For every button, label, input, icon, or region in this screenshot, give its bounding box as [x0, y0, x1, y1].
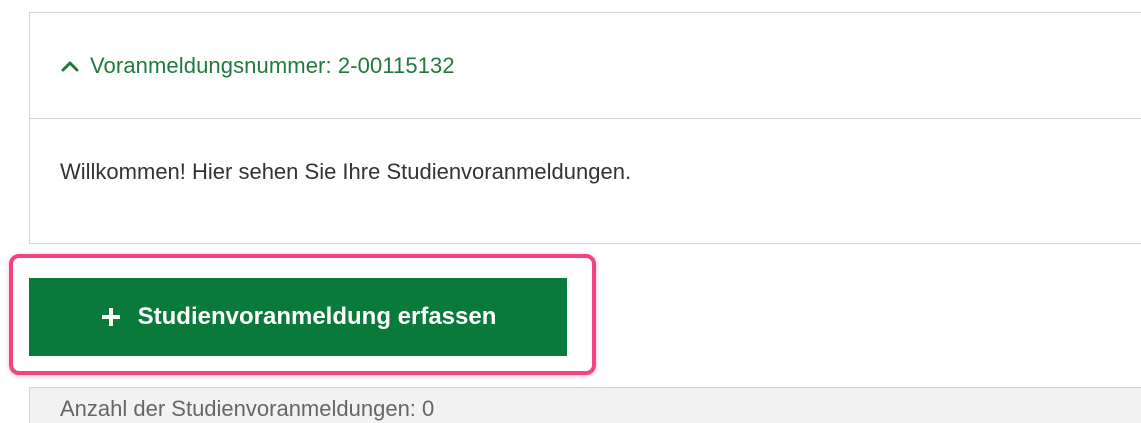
- chevron-up-icon: [60, 56, 80, 76]
- plus-icon: [100, 306, 122, 328]
- add-preregistration-button[interactable]: Studienvoranmeldung erfassen: [29, 278, 567, 356]
- panel-header-toggle[interactable]: Voranmeldungsnummer: 2-00115132: [30, 13, 1141, 119]
- add-preregistration-label: Studienvoranmeldung erfassen: [137, 303, 497, 330]
- page: Voranmeldungsnummer: 2-00115132 Willkomm…: [0, 0, 1141, 423]
- panel-title: Voranmeldungsnummer: 2-00115132: [90, 52, 455, 78]
- preregistration-panel: Voranmeldungsnummer: 2-00115132 Willkomm…: [29, 12, 1141, 244]
- count-bar: Anzahl der Studienvoranmeldungen: 0: [29, 387, 1141, 423]
- welcome-text: Willkommen! Hier sehen Sie Ihre Studienv…: [60, 159, 632, 184]
- preregistration-count: Anzahl der Studienvoranmeldungen: 0: [60, 396, 435, 421]
- panel-body: Willkommen! Hier sehen Sie Ihre Studienv…: [30, 119, 1141, 185]
